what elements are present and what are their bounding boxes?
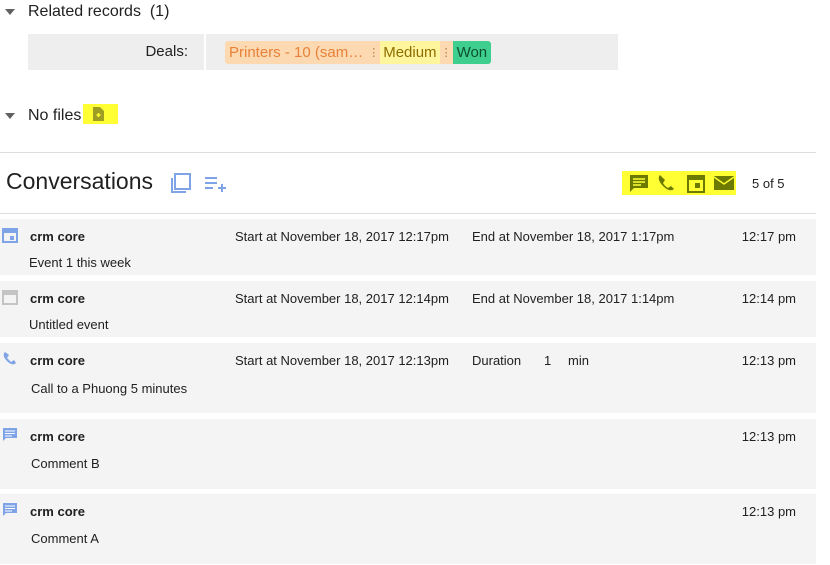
- deal-menu-dots[interactable]: ⋮: [367, 46, 380, 59]
- conversation-description: Call to a Phuong 5 minutes: [31, 381, 188, 396]
- related-records-collapse-caret[interactable]: [5, 9, 15, 15]
- timestamp: 12:13 pm: [741, 429, 796, 444]
- copy-icon[interactable]: [170, 172, 192, 194]
- section-divider: [0, 152, 816, 153]
- conversations-title: Conversations: [6, 168, 154, 194]
- timestamp: 12:14 pm: [741, 291, 796, 306]
- end-time: End at November 18, 2017 1:17pm: [472, 229, 675, 244]
- deal-name[interactable]: Printers - 10 (sam…: [225, 44, 367, 61]
- calendar-filter-icon[interactable]: [685, 173, 707, 193]
- start-time: Start at November 18, 2017 12:17pm: [235, 229, 449, 244]
- conversation-row[interactable]: crm core Start at November 18, 2017 12:1…: [0, 281, 816, 337]
- comment-filter-icon[interactable]: [628, 173, 650, 193]
- files-title: No files: [28, 107, 82, 124]
- comment-icon: [3, 428, 17, 441]
- timestamp: 12:13 pm: [741, 504, 796, 519]
- deal-status-badge: Won: [452, 41, 492, 64]
- duration-unit: min: [568, 353, 589, 368]
- deals-label: Deals:: [145, 43, 188, 60]
- conversation-row[interactable]: crm core Start at November 18, 2017 12:1…: [0, 343, 816, 413]
- calendar-icon: [2, 290, 18, 305]
- author-name: crm core: [30, 229, 85, 244]
- comment-icon: [3, 503, 17, 516]
- conversations-divider: [0, 213, 816, 214]
- conversation-counter: 5 of 5: [752, 176, 785, 191]
- conversation-description: Comment B: [31, 456, 100, 471]
- author-name: crm core: [30, 353, 85, 368]
- related-records-title: Related records (1): [28, 3, 170, 20]
- deal-stage-badge: Medium: [380, 41, 440, 64]
- author-name: crm core: [30, 429, 85, 444]
- files-collapse-caret[interactable]: [5, 113, 15, 119]
- phone-filter-icon[interactable]: [656, 173, 678, 193]
- conversation-description: Event 1 this week: [29, 255, 131, 270]
- conversation-row[interactable]: crm core Start at November 18, 2017 12:1…: [0, 219, 816, 275]
- email-filter-icon[interactable]: [712, 174, 736, 192]
- add-to-list-icon[interactable]: [203, 174, 227, 192]
- author-name: crm core: [30, 291, 85, 306]
- author-name: crm core: [30, 504, 85, 519]
- related-records-count: (1): [149, 3, 170, 20]
- add-file-icon[interactable]: [83, 104, 118, 124]
- duration-value: 1: [544, 353, 552, 368]
- conversation-description: Comment A: [31, 531, 99, 546]
- timestamp: 12:17 pm: [741, 229, 796, 244]
- conversation-row[interactable]: crm core 12:13 pm Comment B: [0, 419, 816, 489]
- start-time: Start at November 18, 2017 12:13pm: [235, 353, 449, 368]
- deal-menu-dots[interactable]: ⋮: [440, 46, 453, 59]
- deals-separator: [204, 34, 206, 70]
- duration-label: Duration: [472, 353, 522, 368]
- phone-icon: [3, 352, 16, 365]
- conversation-description: Untitled event: [29, 317, 109, 332]
- deal-chip[interactable]: Printers - 10 (sam… ⋮ Medium ⋮ Won: [225, 41, 492, 64]
- timestamp: 12:13 pm: [741, 353, 796, 368]
- conversation-row[interactable]: crm core 12:13 pm Comment A: [0, 494, 816, 564]
- start-time: Start at November 18, 2017 12:14pm: [235, 291, 449, 306]
- end-time: End at November 18, 2017 1:14pm: [472, 291, 675, 306]
- calendar-icon: [2, 228, 18, 243]
